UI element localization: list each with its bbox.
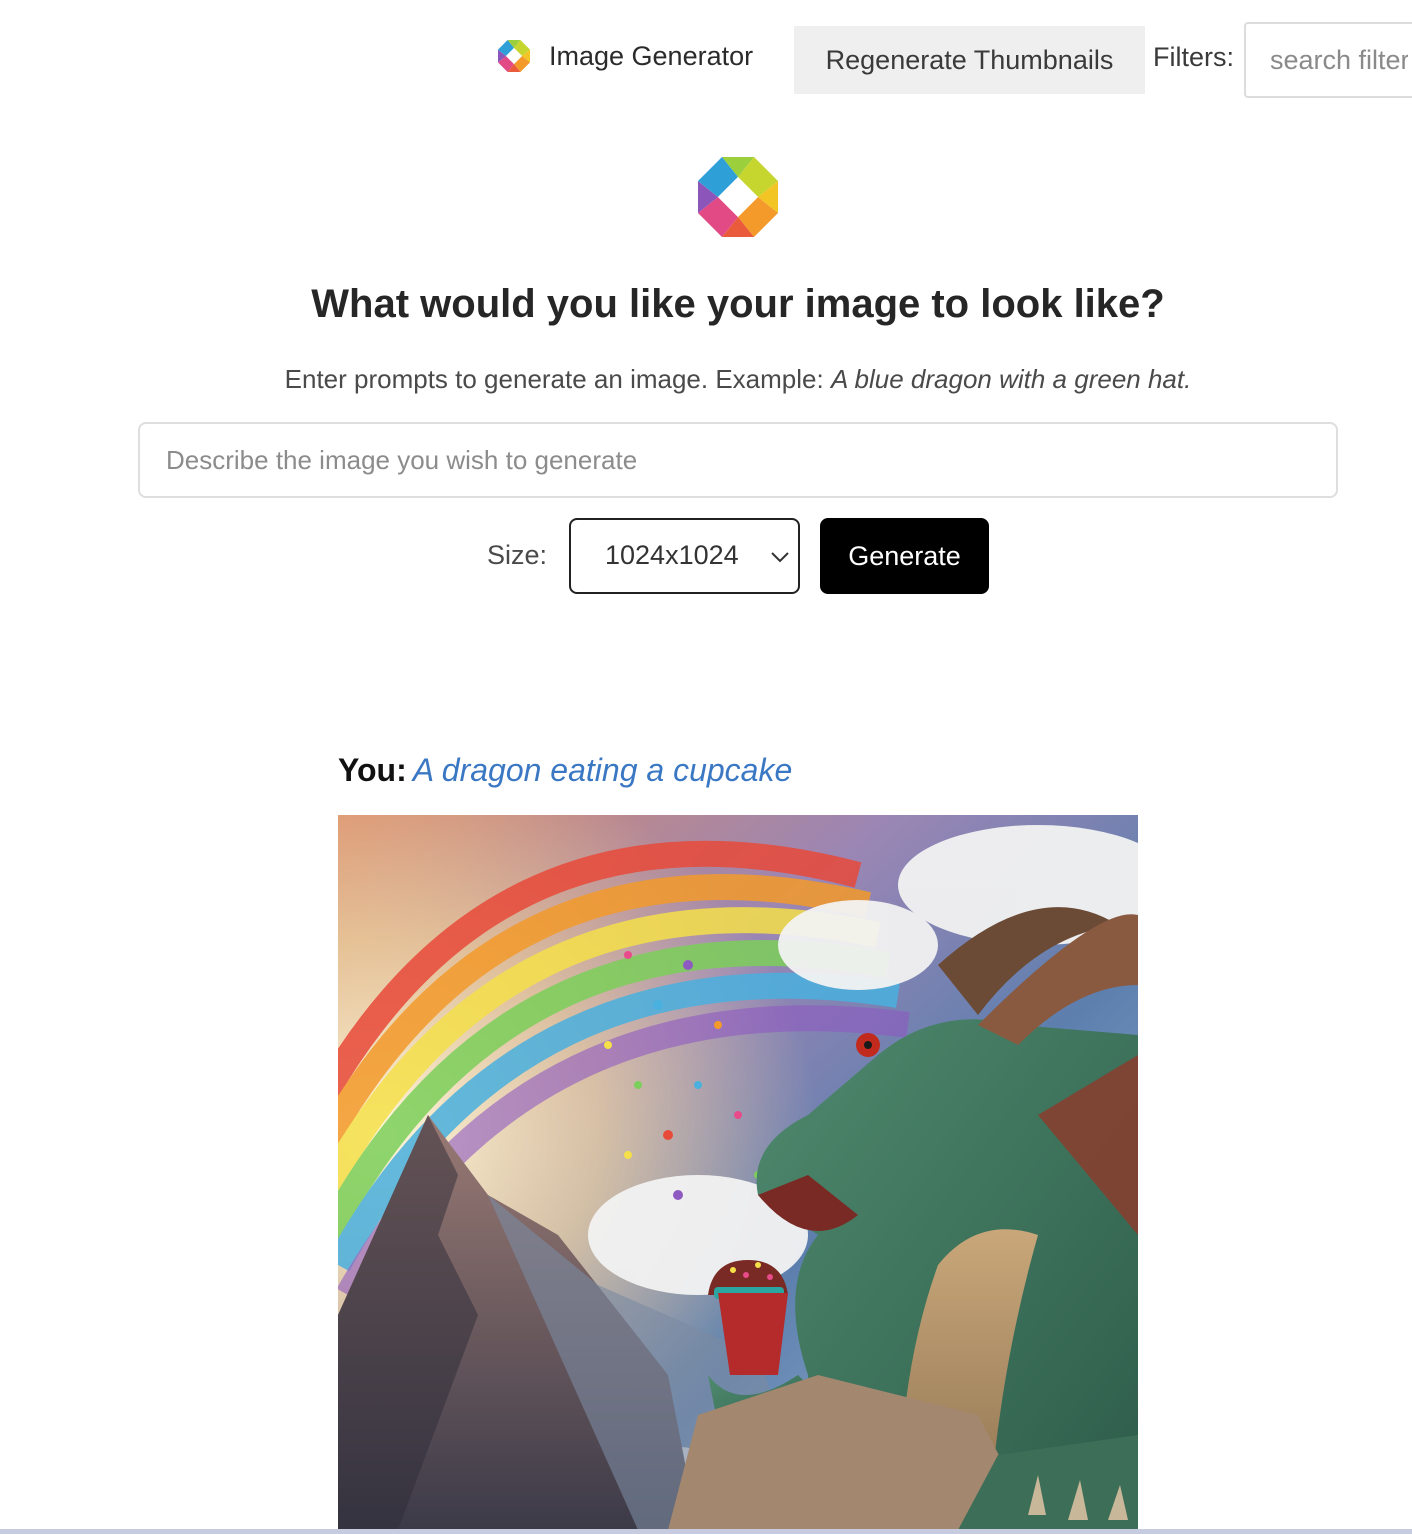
app-brand[interactable]: Image Generator bbox=[498, 40, 753, 72]
subtitle-text: Enter prompts to generate an image. Exam… bbox=[284, 364, 831, 394]
prompt-input[interactable] bbox=[138, 422, 1338, 498]
message-prompt-text: A dragon eating a cupcake bbox=[412, 752, 793, 788]
message-speaker: You: bbox=[338, 752, 407, 788]
generated-image[interactable] bbox=[338, 815, 1138, 1530]
size-label: Size: bbox=[487, 540, 548, 570]
colorful-octagon-logo-icon bbox=[498, 40, 530, 72]
top-navigation: Image Generator Regenerate Thumbnails Fi… bbox=[0, 0, 1412, 120]
size-selected-value: 1024x1024 bbox=[605, 540, 739, 570]
generated-image-illustration bbox=[338, 815, 1138, 1530]
subtitle-example: A blue dragon with a green hat. bbox=[830, 364, 1192, 394]
filters-label: Filters: bbox=[1153, 42, 1234, 72]
bottom-divider bbox=[0, 1529, 1412, 1534]
colorful-octagon-logo-icon bbox=[698, 157, 778, 237]
size-select[interactable]: 1024x1024 bbox=[569, 518, 800, 594]
page-subtitle: Enter prompts to generate an image. Exam… bbox=[0, 364, 1412, 395]
chevron-down-icon bbox=[771, 552, 789, 563]
generate-button[interactable]: Generate bbox=[820, 518, 989, 594]
regenerate-thumbnails-button[interactable]: Regenerate Thumbnails bbox=[794, 26, 1145, 94]
page-title: What would you like your image to look l… bbox=[311, 282, 1165, 326]
prompt-message: You: A dragon eating a cupcake bbox=[338, 752, 792, 789]
search-filters-input[interactable] bbox=[1244, 22, 1412, 98]
app-name: Image Generator bbox=[549, 40, 754, 71]
